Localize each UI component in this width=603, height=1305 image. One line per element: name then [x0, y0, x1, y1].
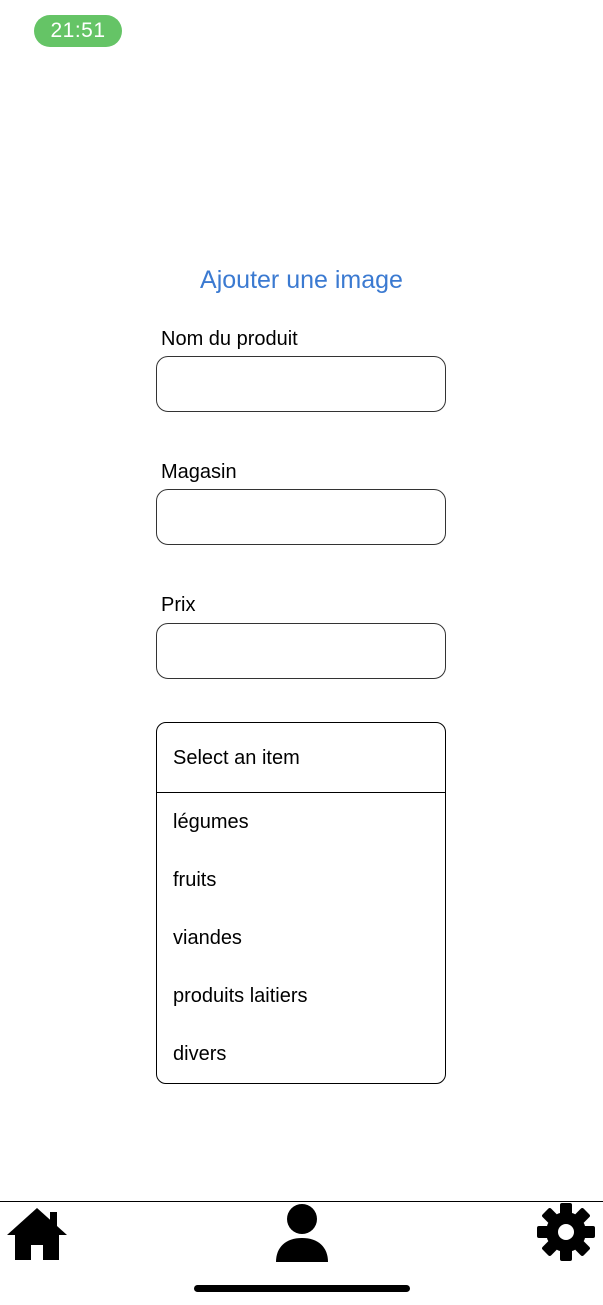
- category-dropdown: Select an item légumes fruits viandes pr…: [156, 722, 446, 1084]
- product-name-input[interactable]: [157, 357, 445, 411]
- status-time: 21:51: [34, 15, 122, 47]
- product-name-field-container: [156, 356, 446, 412]
- category-dropdown-selected[interactable]: Select an item: [157, 723, 445, 793]
- dropdown-option-legumes[interactable]: légumes: [157, 793, 445, 851]
- store-label: Magasin: [161, 461, 237, 483]
- dropdown-option-divers[interactable]: divers: [157, 1025, 445, 1083]
- price-field-container: [156, 623, 446, 679]
- home-icon[interactable]: [6, 1206, 68, 1262]
- add-image-link[interactable]: Ajouter une image: [0, 266, 603, 295]
- dropdown-option-viandes[interactable]: viandes: [157, 909, 445, 967]
- gear-icon[interactable]: [536, 1202, 596, 1262]
- store-field-container: [156, 489, 446, 545]
- dropdown-option-produits-laitiers[interactable]: produits laitiers: [157, 967, 445, 1025]
- home-indicator: [194, 1285, 410, 1292]
- user-icon[interactable]: [274, 1203, 330, 1263]
- price-input[interactable]: [157, 624, 445, 678]
- product-name-label: Nom du produit: [161, 328, 298, 350]
- store-input[interactable]: [157, 490, 445, 544]
- price-label: Prix: [161, 594, 196, 616]
- dropdown-option-fruits[interactable]: fruits: [157, 851, 445, 909]
